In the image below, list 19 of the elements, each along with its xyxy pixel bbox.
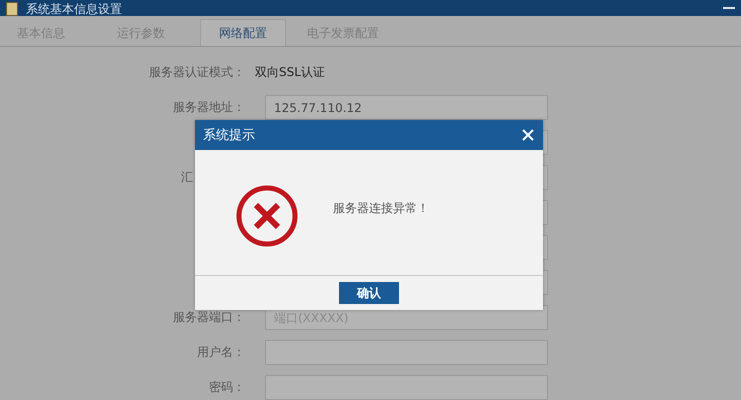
- app-icon: [6, 2, 18, 16]
- field-label: 密码：: [208, 379, 246, 396]
- field-label: 用户名：: [196, 344, 246, 361]
- input-field[interactable]: [265, 375, 548, 400]
- close-icon[interactable]: [521, 128, 535, 142]
- field-label: 服务器地址：: [172, 99, 246, 116]
- field-label: 服务器认证模式：: [148, 64, 246, 81]
- confirm-button[interactable]: 确认: [339, 282, 399, 304]
- input-field[interactable]: [265, 340, 548, 365]
- input-field[interactable]: 125.77.110.12: [265, 95, 548, 120]
- error-message: 服务器连接异常！: [333, 200, 429, 217]
- field-value: 双向SSL认证: [255, 64, 325, 81]
- dialog-title: 系统提示: [203, 127, 255, 144]
- error-icon: [235, 184, 299, 248]
- minimize-icon[interactable]: [723, 7, 735, 9]
- field-label: 服务器端口：: [172, 309, 246, 326]
- field-label: 汇: [180, 169, 194, 186]
- window-title: 系统基本信息设置: [26, 3, 122, 16]
- tab[interactable]: 网络配置: [200, 19, 286, 46]
